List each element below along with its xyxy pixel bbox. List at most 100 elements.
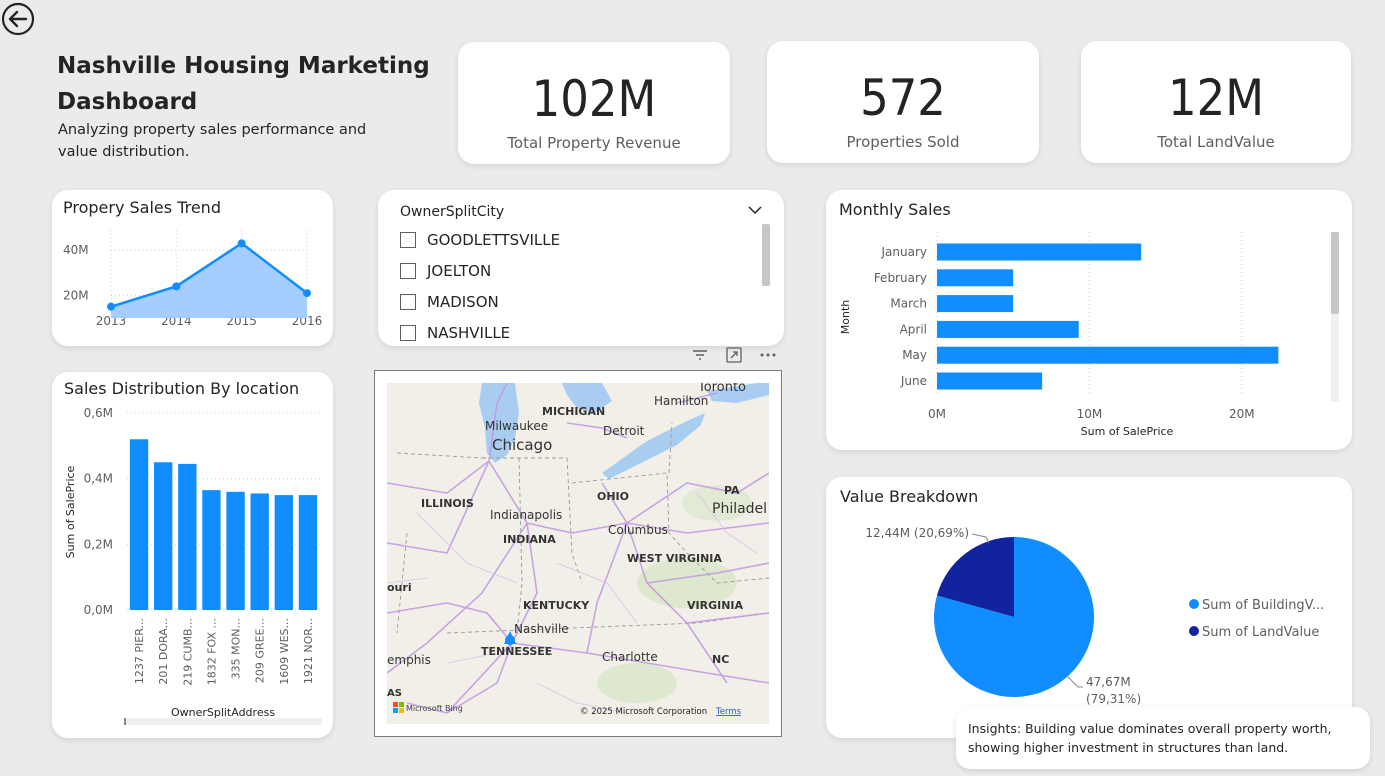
y-tick-label: 0,2M xyxy=(84,537,113,551)
back-arrow-icon xyxy=(1,2,35,36)
slicer-item-label: MADISON xyxy=(427,293,499,311)
insight-line1: Insights: Building value dominates overa… xyxy=(968,721,1332,736)
bar xyxy=(274,495,293,610)
legend-label: Sum of BuildingV... xyxy=(1202,598,1324,613)
data-point xyxy=(107,302,115,311)
y-tick-label: January xyxy=(881,245,928,259)
map-label: WEST VIRGINIA xyxy=(627,552,722,565)
sales-distribution-card[interactable]: Sales Distribution By location 0,0M 0,2M 0… xyxy=(52,372,333,738)
map-label: Philadel xyxy=(712,501,767,517)
checkbox[interactable] xyxy=(400,294,416,310)
x-tick-label: 20M xyxy=(1229,407,1255,421)
bar xyxy=(226,491,245,610)
bar xyxy=(202,490,221,610)
chart-scrollbar-thumb[interactable] xyxy=(124,718,126,725)
sales-trend-card[interactable]: Propery Sales Trend 20M 40M 2013 2014 2015 20… xyxy=(52,190,333,346)
legend-marker xyxy=(1189,626,1199,636)
kpi-card-revenue[interactable]: 102M Total Property Revenue xyxy=(458,42,730,164)
y-tick-label: June xyxy=(900,374,927,388)
y-tick-label: May xyxy=(902,348,927,362)
filter-icon[interactable] xyxy=(688,345,712,365)
y-tick-label: 20M xyxy=(63,288,89,302)
checkbox[interactable] xyxy=(400,263,416,279)
page-title: Nashville Housing Marketing Dashboard xyxy=(57,48,430,120)
legend-marker xyxy=(1189,599,1199,609)
sales-distribution-chart: 0,0M 0,2M 0,4M 0,6M 1237 PIER... 201 DORA... 2… xyxy=(64,406,320,719)
forest-area xyxy=(597,663,677,703)
value-breakdown-pie: 12,44M (20,69%) 47,67M (79,31%) Sum of Buil… xyxy=(865,526,1324,706)
chart-scrollbar-thumb[interactable] xyxy=(1331,232,1339,314)
x-tick-label: 201 DORA... xyxy=(157,618,170,685)
x-tick-label: 209 GREE... xyxy=(254,618,267,683)
kpi-label: Total LandValue xyxy=(1157,133,1275,151)
page-title-line1: Nashville Housing Marketing xyxy=(57,53,430,79)
slicer-item[interactable]: JOELTON xyxy=(400,262,491,280)
city-slicer[interactable]: OwnerSplitCity GOODLETTSVILLE JOELTON MA… xyxy=(378,190,784,346)
x-tick-label: 1832 FOX ... xyxy=(205,618,218,685)
bar xyxy=(937,320,1079,338)
map-label: AS xyxy=(387,688,402,699)
map-label: Detroit xyxy=(603,424,645,438)
sales-trend-chart: 20M40M2013 2014 2015 2016 xyxy=(63,230,322,328)
kpi-card-properties-sold[interactable]: 572 Properties Sold xyxy=(767,41,1039,163)
monthly-sales-chart: 0M 10M 20M January February March April May June… xyxy=(839,232,1279,438)
leader-line xyxy=(971,533,990,544)
kpi-value: 572 xyxy=(860,69,946,127)
kpi-card-land-value[interactable]: 12M Total LandValue xyxy=(1081,41,1351,163)
slicer-scrollbar[interactable] xyxy=(762,224,770,286)
monthly-sales-card[interactable]: Monthly Sales 0M 10M 20M January February Mar… xyxy=(826,190,1352,450)
checkbox[interactable] xyxy=(400,232,416,248)
map-label: OHIO xyxy=(597,490,629,503)
page-title-line2: Dashboard xyxy=(57,89,198,115)
page-subtitle: Analyzing property sales performance and… xyxy=(58,119,366,163)
bar xyxy=(937,295,1014,313)
insight-box: Insights: Building value dominates overa… xyxy=(956,707,1370,769)
x-axis-title: Sum of SalePrice xyxy=(1081,425,1174,438)
slicer-item-label: JOELTON xyxy=(427,262,492,280)
bar xyxy=(178,463,197,610)
chevron-down-icon[interactable] xyxy=(747,202,763,222)
more-options-icon[interactable] xyxy=(756,345,780,365)
map-label: VIRGINIA xyxy=(687,599,743,612)
data-label: 47,67M xyxy=(1086,675,1131,689)
page-subtitle-line1: Analyzing property sales performance and xyxy=(58,122,367,138)
data-point xyxy=(172,282,181,291)
chart-scrollbar[interactable] xyxy=(124,718,322,725)
slicer-title: OwnerSplitCity xyxy=(400,204,505,220)
map-label: ILLINOIS xyxy=(421,497,474,510)
y-axis-title: Sum of SalePrice xyxy=(64,465,77,558)
data-label: 12,44M (20,69%) xyxy=(865,526,969,540)
map-terms-link: Terms xyxy=(715,707,742,717)
chart-scrollbar[interactable] xyxy=(1331,232,1339,402)
bing-label: Microsoft Bing xyxy=(406,704,463,713)
slicer-item[interactable]: MADISON xyxy=(400,293,499,311)
bing-map[interactable]: MICHIGANMilwaukeeChicagoDetroitHamiltonT… xyxy=(387,383,769,724)
kpi-value: 12M xyxy=(1167,69,1265,127)
x-tick-label: 1609 WES... xyxy=(278,618,291,685)
map-label: Columbus xyxy=(608,523,668,537)
bar xyxy=(250,493,269,610)
map-label: Indianapolis xyxy=(490,508,562,522)
bar xyxy=(937,243,1142,261)
slicer-item[interactable]: GOODLETTSVILLE xyxy=(400,231,560,249)
map-label: NC xyxy=(712,653,729,666)
checkbox[interactable] xyxy=(400,325,416,341)
data-label: (79,31%) xyxy=(1086,692,1141,706)
slicer-item[interactable]: NASHVILLE xyxy=(400,324,510,342)
map-visual[interactable]: MICHIGAN Milwaukee Chicago Detroit Hamilton T… xyxy=(374,370,782,737)
value-breakdown-card[interactable]: Value Breakdown 12,44M (20,69%) 47,67M (79… xyxy=(826,477,1352,738)
map-label: emphis xyxy=(387,653,431,667)
map-label: TENNESSEE xyxy=(481,645,552,658)
x-tick-label: 219 CUMB... xyxy=(181,618,194,686)
map-label: MICHIGAN xyxy=(542,405,605,418)
back-button[interactable] xyxy=(1,2,35,36)
leader-line xyxy=(1065,674,1083,688)
bar xyxy=(298,495,318,610)
y-tick-label: February xyxy=(874,271,927,285)
area-fill xyxy=(111,243,307,318)
kpi-label: Total Property Revenue xyxy=(507,134,681,152)
focus-mode-icon[interactable] xyxy=(722,345,746,365)
kpi-value: 102M xyxy=(531,70,657,128)
data-point xyxy=(237,239,246,248)
map-label: Chicago xyxy=(492,436,552,454)
